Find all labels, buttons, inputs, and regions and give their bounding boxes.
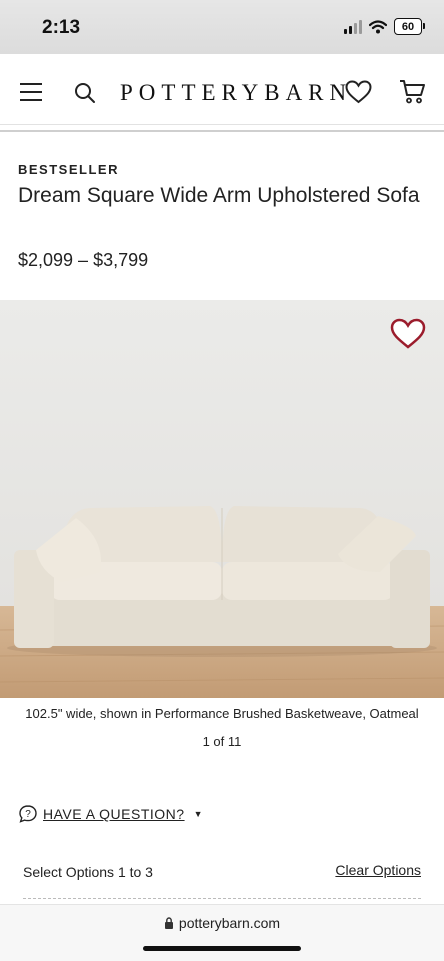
menu-icon[interactable] — [20, 83, 42, 101]
clear-options-link[interactable]: Clear Options — [335, 862, 421, 878]
status-icons: 60 — [344, 18, 425, 35]
favorite-heart-icon[interactable] — [390, 318, 426, 350]
bestseller-badge: BESTSELLER — [18, 162, 119, 177]
site-logo[interactable]: POTTERYBARN — [120, 80, 352, 106]
heart-icon[interactable] — [345, 80, 372, 104]
cart-icon[interactable] — [399, 79, 426, 105]
url-text: potterybarn.com — [178, 915, 281, 931]
question-link[interactable]: ? HAVE A QUESTION? ▼ — [18, 804, 202, 824]
signal-icon — [344, 19, 362, 34]
status-time: 2:13 — [42, 17, 81, 38]
home-indicator[interactable] — [143, 946, 301, 951]
header-divider — [0, 130, 444, 132]
site-header: POTTERYBARN — [0, 62, 444, 125]
image-counter: 1 of 11 — [202, 734, 242, 749]
image-caption: 102.5" wide, shown in Performance Brushe… — [25, 706, 419, 721]
select-options-label: Select Options 1 to 3 — [23, 864, 153, 880]
status-bar: 2:13 60 — [0, 0, 444, 54]
wifi-icon — [369, 19, 387, 33]
lock-icon — [164, 917, 173, 929]
caret-down-icon: ▼ — [193, 809, 203, 819]
product-title: Dream Square Wide Arm Upholstered Sofa — [18, 184, 420, 207]
browser-url-bar[interactable]: potterybarn.com — [0, 904, 444, 961]
options-divider — [23, 898, 421, 899]
question-icon: ? — [19, 805, 37, 823]
question-label[interactable]: HAVE A QUESTION? — [43, 806, 185, 822]
svg-text:?: ? — [25, 809, 31, 820]
product-image[interactable] — [0, 300, 444, 698]
search-icon[interactable] — [74, 82, 96, 104]
sofa-photo — [0, 300, 444, 698]
product-price: $2,099 – $3,799 — [18, 250, 149, 270]
battery-icon: 60 — [394, 18, 425, 35]
url-display[interactable]: potterybarn.com — [0, 915, 444, 931]
